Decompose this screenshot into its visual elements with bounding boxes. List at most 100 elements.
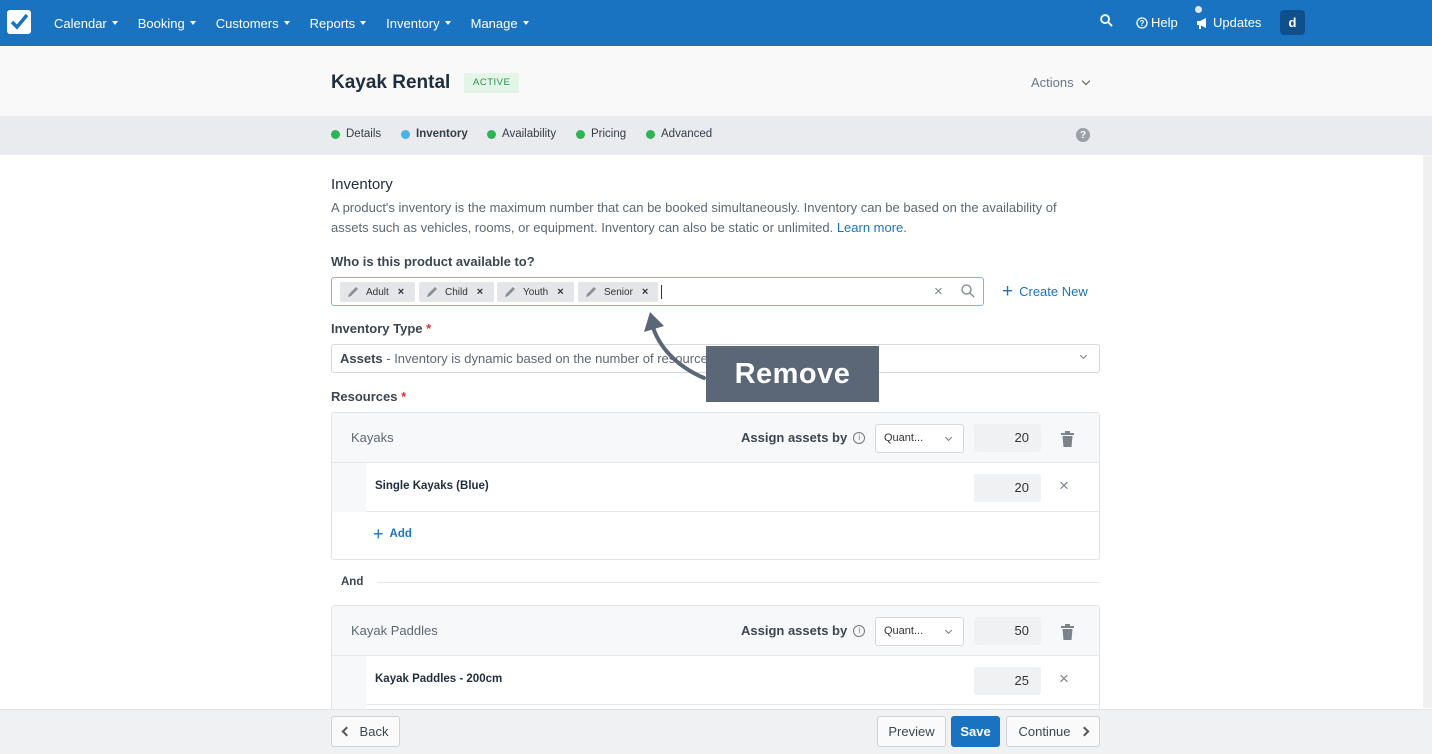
steps-bar bbox=[0, 116, 1432, 155]
and-separator-label: And bbox=[341, 576, 364, 588]
create-new-label: Create New bbox=[1019, 284, 1088, 299]
assign-assets-label: Assign assets by i bbox=[741, 430, 866, 445]
description-text: A product's inventory is the maximum num… bbox=[331, 200, 1057, 235]
assign-by-select[interactable]: Quant... bbox=[875, 617, 964, 646]
resource-card-paddles: Kayak Paddles Assign assets by i Quant...… bbox=[331, 605, 1100, 716]
info-icon[interactable]: i bbox=[853, 431, 866, 444]
nav-customers[interactable]: Customers bbox=[216, 16, 290, 31]
step-label: Advanced bbox=[661, 128, 713, 140]
continue-label: Continue bbox=[1018, 724, 1071, 739]
status-dot bbox=[487, 129, 496, 139]
step-label: Details bbox=[346, 128, 382, 140]
nav-calendar[interactable]: Calendar bbox=[54, 16, 118, 31]
help-question-icon[interactable]: ? bbox=[1076, 128, 1090, 142]
nav-inventory[interactable]: Inventory bbox=[386, 15, 451, 31]
resources-label: Resources * bbox=[331, 389, 406, 404]
pencil-icon[interactable] bbox=[346, 285, 360, 299]
assign-by-value: Quant... bbox=[884, 432, 924, 444]
caret-down-icon bbox=[444, 21, 451, 25]
tag-senior: Senior × bbox=[578, 282, 658, 302]
back-button[interactable]: Back bbox=[331, 716, 400, 747]
nav-booking[interactable]: Booking bbox=[138, 16, 196, 31]
svg-text:?: ? bbox=[1140, 19, 1145, 28]
tag-label: Youth bbox=[523, 286, 549, 298]
resources-text: Resources bbox=[331, 389, 398, 404]
continue-button[interactable]: Continue bbox=[1006, 716, 1100, 747]
resource-name: Kayak Paddles bbox=[351, 623, 438, 638]
remove-item-icon[interactable]: × bbox=[1059, 669, 1069, 689]
tag-youth: Youth × bbox=[497, 282, 574, 302]
remove-tag-icon[interactable]: × bbox=[477, 286, 483, 298]
plus-icon: + bbox=[1002, 281, 1014, 302]
step-pricing[interactable]: Pricing bbox=[576, 128, 626, 140]
step-label: Availability bbox=[502, 128, 557, 140]
checkbox-logo-icon[interactable] bbox=[7, 10, 31, 34]
item-quantity-input[interactable]: 25 bbox=[974, 667, 1041, 695]
tag-label: Adult bbox=[366, 286, 389, 298]
caret-down-icon bbox=[111, 21, 118, 25]
remove-tag-icon[interactable]: × bbox=[557, 286, 563, 298]
info-icon[interactable]: i bbox=[853, 624, 866, 637]
item-quantity-input[interactable]: 20 bbox=[974, 474, 1041, 502]
footer-bar bbox=[0, 709, 1432, 754]
remove-annotation-label: Remove bbox=[706, 346, 879, 402]
pencil-icon[interactable] bbox=[425, 285, 439, 299]
learn-more-link[interactable]: Learn more bbox=[837, 220, 903, 235]
remove-item-icon[interactable]: × bbox=[1059, 476, 1069, 496]
caret-down-icon bbox=[522, 21, 529, 25]
assign-by-select[interactable]: Quant... bbox=[875, 424, 964, 453]
avatar[interactable]: d bbox=[1280, 10, 1305, 35]
inventory-type-text: Inventory Type bbox=[331, 321, 423, 336]
chevron-down-icon bbox=[944, 626, 953, 635]
remove-tag-icon[interactable]: × bbox=[398, 286, 404, 298]
required-asterisk: * bbox=[426, 321, 432, 336]
resource-quantity-input[interactable]: 50 bbox=[974, 617, 1041, 645]
chevron-down-icon bbox=[1081, 76, 1090, 85]
tag-child: Child × bbox=[419, 282, 494, 302]
nav-customers-label: Customers bbox=[215, 15, 279, 31]
top-nav: Calendar Booking Customers Reports Inven… bbox=[0, 0, 1432, 46]
plus-icon: + bbox=[373, 524, 384, 544]
nav-inventory-label: Inventory bbox=[386, 15, 440, 31]
preview-button[interactable]: Preview bbox=[877, 716, 946, 747]
step-label: Inventory bbox=[416, 128, 468, 140]
search-nav-button[interactable] bbox=[1100, 14, 1113, 27]
create-new-button[interactable]: + Create New bbox=[1002, 281, 1088, 302]
search-icon[interactable] bbox=[961, 284, 975, 298]
help-link[interactable]: ? Help bbox=[1136, 15, 1178, 30]
step-advanced[interactable]: Advanced bbox=[646, 128, 712, 140]
status-badge: ACTIVE bbox=[464, 73, 520, 93]
available-to-label: Who is this product available to? bbox=[331, 254, 535, 269]
page-title: Kayak Rental bbox=[331, 72, 451, 93]
actions-dropdown[interactable]: Actions bbox=[1031, 75, 1090, 90]
updates-label: Updates bbox=[1213, 15, 1262, 30]
status-dot bbox=[576, 129, 585, 139]
updates-link[interactable]: Updates bbox=[1195, 6, 1262, 30]
step-inventory[interactable]: Inventory bbox=[401, 128, 468, 140]
assign-label-text: Assign assets by bbox=[741, 623, 848, 638]
resource-quantity-input[interactable]: 20 bbox=[974, 424, 1041, 452]
divider bbox=[377, 582, 1100, 583]
resource-item-row: Single Kayaks (Blue) 20 × bbox=[366, 463, 1099, 512]
trash-icon[interactable] bbox=[1060, 431, 1075, 447]
tag-label: Senior bbox=[604, 286, 633, 298]
clear-icon[interactable]: × bbox=[934, 283, 943, 300]
nav-reports[interactable]: Reports bbox=[310, 16, 367, 31]
back-label: Back bbox=[359, 724, 389, 739]
required-asterisk: * bbox=[401, 389, 407, 404]
add-resource-item-button[interactable]: + Add bbox=[373, 524, 412, 544]
pencil-icon[interactable] bbox=[503, 285, 517, 299]
step-details[interactable]: Details bbox=[331, 128, 381, 140]
megaphone-icon bbox=[1197, 17, 1206, 29]
remove-tag-icon[interactable]: × bbox=[642, 286, 648, 298]
save-button[interactable]: Save bbox=[951, 716, 1000, 747]
nav-reports-label: Reports bbox=[309, 15, 356, 31]
step-availability[interactable]: Availability bbox=[487, 128, 556, 140]
trash-icon[interactable] bbox=[1060, 624, 1075, 640]
step-label: Pricing bbox=[591, 128, 627, 140]
pencil-icon[interactable] bbox=[584, 285, 598, 299]
customer-types-input[interactable]: Adult × Child × Youth × Senior × bbox=[331, 277, 984, 306]
assign-by-value: Quant... bbox=[884, 625, 924, 637]
nav-manage[interactable]: Manage bbox=[471, 16, 529, 31]
actions-label: Actions bbox=[1031, 75, 1074, 90]
